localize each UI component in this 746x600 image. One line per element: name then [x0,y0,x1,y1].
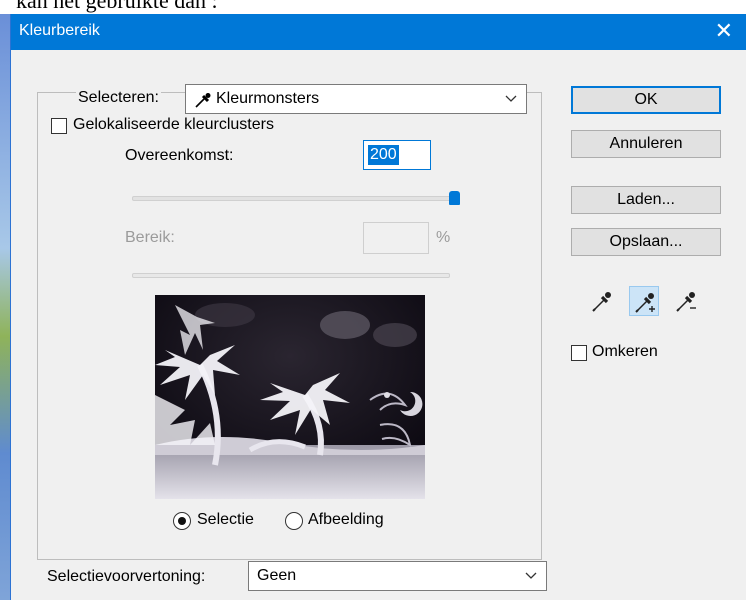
select-dropdown[interactable]: Kleurmonsters [185,84,527,114]
radio-image-label: Afbeelding [308,511,384,528]
select-value: Kleurmonsters [216,90,320,107]
selection-preview-dropdown[interactable]: Geen [248,561,547,591]
ok-button[interactable]: OK [571,86,721,114]
radio-selection-label: Selectie [197,511,254,528]
eyedropper-icon [195,93,211,108]
fuzziness-label: Overeenkomst: [125,147,234,164]
selection-preview-label: Selectievoorvertoning: [47,568,206,585]
save-button[interactable]: Opslaan... [571,228,721,256]
range-unit: % [436,229,451,246]
load-button[interactable]: Laden... [571,186,721,214]
localized-clusters-label: Gelokaliseerde kleurclusters [73,116,274,133]
title-bar[interactable]: Kleurbereik ✕ [11,14,746,50]
range-label: Bereik: [125,229,175,246]
cancel-button[interactable]: Annuleren [571,130,721,158]
background-image-edge [0,14,10,600]
invert-checkbox[interactable] [571,345,587,361]
dialog-title: Kleurbereik [19,22,100,39]
selection-preview-value: Geen [257,567,297,584]
eyedropper-icon[interactable] [587,286,617,316]
color-range-dialog: Kleurbereik ✕ Selecteren: Kleurmonsters … [10,14,746,600]
chevron-down-icon [505,95,517,102]
range-input[interactable] [363,222,429,254]
fuzziness-slider-thumb[interactable] [449,191,460,205]
select-label: Selecteren: [76,89,161,107]
invert-label: Omkeren [592,343,658,360]
palm-beach-preview [155,295,425,499]
fuzziness-input[interactable]: 200 [363,140,431,170]
background-document-text: kan het gebruikte dan : [16,0,218,13]
fuzziness-value: 200 [368,145,399,165]
background-document: kan het gebruikte dan : [0,0,746,14]
eyedropper-plus-icon[interactable] [629,286,659,316]
preview-image [155,295,425,499]
chevron-down-icon [525,572,537,579]
radio-selection[interactable] [173,512,191,530]
close-icon[interactable]: ✕ [715,18,733,44]
radio-image[interactable] [285,512,303,530]
localized-clusters-checkbox[interactable] [51,118,67,134]
range-slider-track[interactable] [132,273,450,278]
eyedropper-minus-icon[interactable] [671,286,701,316]
radio-selection-dot [178,517,186,525]
fuzziness-slider-track[interactable] [132,196,454,201]
